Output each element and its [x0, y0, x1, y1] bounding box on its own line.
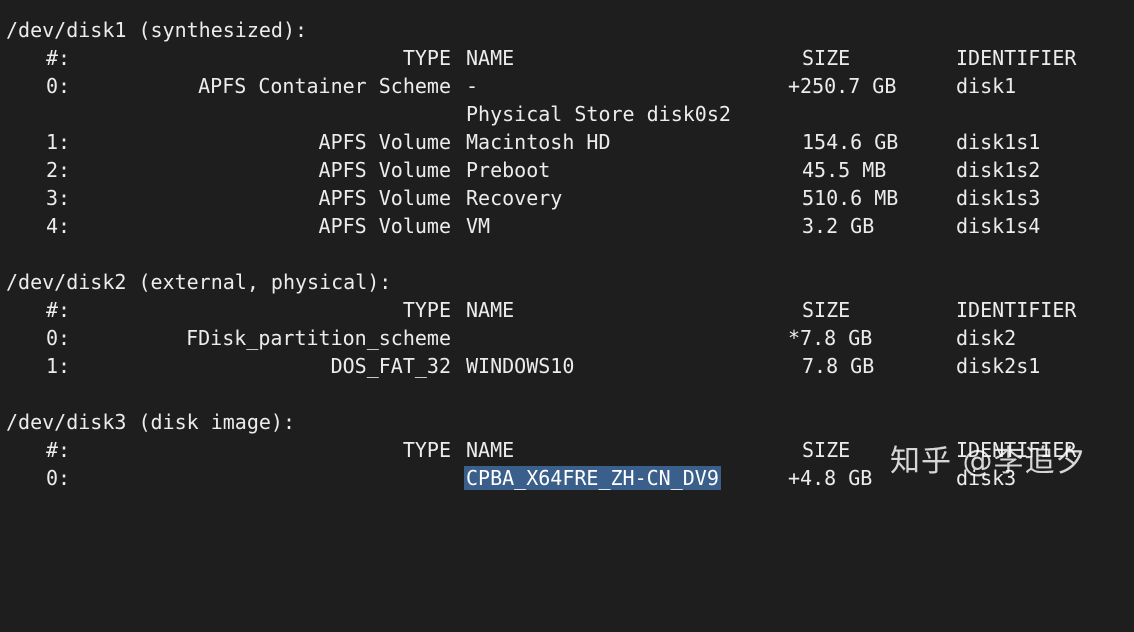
row-name-selected[interactable]: CPBA_X64FRE_ZH-CN_DV9	[464, 464, 721, 492]
table-row: 1: APFS Volume Macintosh HD 154.6 GB dis…	[0, 128, 1134, 156]
column-size: SIZE	[802, 438, 851, 462]
column-num: #:	[46, 298, 71, 322]
row-num: 0:	[46, 466, 71, 490]
row-type: APFS Container Scheme	[198, 74, 451, 98]
column-size: SIZE	[802, 46, 851, 70]
row-size: 154.6 GB	[802, 130, 899, 154]
row-identifier: disk2	[956, 326, 1017, 350]
watermark: 知乎 @李追夕	[890, 444, 1087, 479]
column-type: TYPE	[402, 438, 451, 462]
column-identifier: IDENTIFIER	[956, 298, 1077, 322]
row-num: 2:	[46, 158, 71, 182]
row-identifier: disk1s2	[956, 158, 1041, 182]
row-identifier: disk1s1	[956, 130, 1041, 154]
disk1-column-headers: #: TYPE NAME SIZE IDENTIFIER	[0, 44, 1134, 72]
row-size: 45.5 MB	[802, 158, 887, 182]
row-type: APFS Volume	[318, 186, 451, 210]
table-row: 2: APFS Volume Preboot 45.5 MB disk1s2	[0, 156, 1134, 184]
table-row: 0: APFS Container Scheme - +250.7 GB dis…	[0, 72, 1134, 100]
row-identifier: disk1	[956, 74, 1017, 98]
table-row: 4: APFS Volume VM 3.2 GB disk1s4	[0, 212, 1134, 240]
text-selection[interactable]: CPBA_X64FRE_ZH-CN_DV9	[464, 466, 721, 490]
row-type: DOS_FAT_32	[330, 354, 451, 378]
row-name: Recovery	[466, 186, 563, 210]
disk2-column-headers: #: TYPE NAME SIZE IDENTIFIER	[0, 296, 1134, 324]
disk3-header-line: /dev/disk3 (disk image):	[0, 408, 1134, 436]
row-type: APFS Volume	[318, 130, 451, 154]
row-name: Preboot	[466, 158, 551, 182]
table-row: 1: DOS_FAT_32 WINDOWS10 7.8 GB disk2s1	[0, 352, 1134, 380]
row-num: 3:	[46, 186, 71, 210]
disk3-header: /dev/disk3 (disk image):	[6, 410, 295, 434]
row-size: +250.7 GB	[788, 74, 897, 98]
table-row: 3: APFS Volume Recovery 510.6 MB disk1s3	[0, 184, 1134, 212]
row-name: WINDOWS10	[466, 354, 575, 378]
row-num: 0:	[46, 326, 71, 350]
disk1-header: /dev/disk1 (synthesized):	[6, 18, 308, 42]
row-num: 1:	[46, 354, 71, 378]
row-size: 7.8 GB	[802, 354, 875, 378]
row-size: +4.8 GB	[788, 466, 873, 490]
row-identifier: disk1s4	[956, 214, 1041, 238]
row-num: 0:	[46, 74, 71, 98]
row-name: VM	[466, 214, 491, 238]
column-name: NAME	[466, 298, 515, 322]
disk1-header-line: /dev/disk1 (synthesized):	[0, 16, 1134, 44]
row-size: *7.8 GB	[788, 326, 873, 350]
column-identifier: IDENTIFIER	[956, 46, 1077, 70]
column-type: TYPE	[402, 46, 451, 70]
table-row: 0: FDisk_partition_scheme *7.8 GB disk2	[0, 324, 1134, 352]
row-name: -	[466, 74, 479, 98]
row-type: APFS Volume	[318, 158, 451, 182]
column-size: SIZE	[802, 298, 851, 322]
column-num: #:	[46, 438, 71, 462]
column-num: #:	[46, 46, 71, 70]
disk2-header-line: /dev/disk2 (external, physical):	[0, 268, 1134, 296]
row-name: Physical Store disk0s2	[466, 102, 731, 126]
terminal-window[interactable]: /dev/disk1 (synthesized): #: TYPE NAME S…	[0, 0, 1134, 510]
row-type: APFS Volume	[318, 214, 451, 238]
row-identifier: disk2s1	[956, 354, 1041, 378]
column-name: NAME	[466, 438, 515, 462]
row-name: Macintosh HD	[466, 130, 611, 154]
row-size: 510.6 MB	[802, 186, 899, 210]
column-name: NAME	[466, 46, 515, 70]
row-identifier: disk1s3	[956, 186, 1041, 210]
disk2-header: /dev/disk2 (external, physical):	[6, 270, 392, 294]
row-num: 1:	[46, 130, 71, 154]
row-size: 3.2 GB	[802, 214, 875, 238]
column-type: TYPE	[402, 298, 451, 322]
row-type: FDisk_partition_scheme	[186, 326, 451, 350]
table-row: Physical Store disk0s2	[0, 100, 1134, 128]
row-num: 4:	[46, 214, 71, 238]
